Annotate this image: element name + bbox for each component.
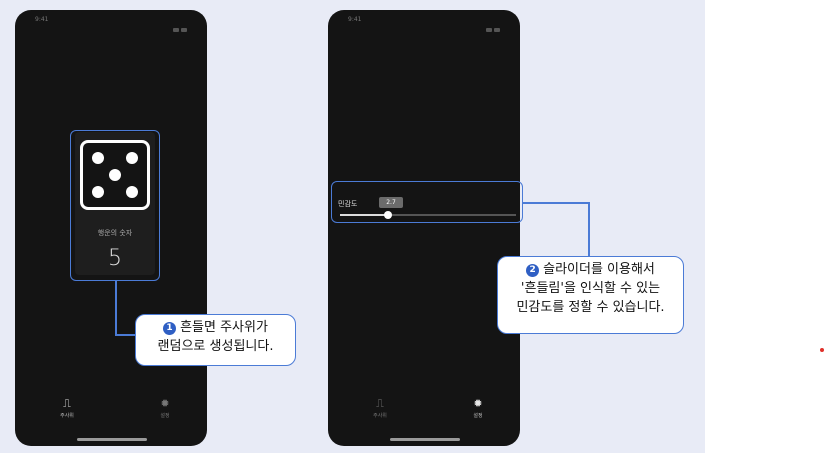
gear-icon: ✹	[160, 397, 170, 410]
status-time: 9:41	[35, 16, 49, 23]
phone-settings-screen: 9:41 민감도 2.7 ⎍ 주사위 ✹ 설정	[328, 10, 520, 446]
slider-highlight-box	[331, 181, 523, 223]
connector-line-1	[115, 281, 117, 335]
tab-bar: ⎍ 주사위 ✹ 설정	[328, 398, 520, 428]
status-time: 9:41	[348, 16, 362, 23]
dice-shake-icon: ⎍	[63, 397, 71, 410]
connector-line-2	[523, 202, 589, 204]
status-bar: 9:41	[328, 16, 520, 32]
home-indicator	[390, 438, 460, 441]
callout-1-line1: 흔들면 주사위가	[180, 320, 268, 335]
red-dot-marker	[820, 348, 824, 352]
callout-2-line3: 민감도를 정할 수 있습니다.	[516, 300, 665, 315]
callout-2-number: 2	[526, 264, 540, 277]
connector-line-1b	[115, 334, 135, 336]
home-indicator	[77, 438, 147, 441]
tab-settings[interactable]: ✹ 설정	[458, 397, 498, 420]
gear-icon: ✹	[473, 397, 483, 410]
tab-dice-label: 주사위	[60, 413, 74, 419]
tab-dice[interactable]: ⎍ 주사위	[360, 397, 400, 420]
callout-2: 2 슬라이더를 이용해서 '흔들림'을 인식할 수 있는 민감도를 정할 수 있습…	[497, 256, 684, 334]
callout-1-number: 1	[163, 322, 177, 335]
tab-dice-label: 주사위	[373, 413, 387, 419]
callout-2-line1: 슬라이더를 이용해서	[543, 262, 655, 277]
dice-shake-icon: ⎍	[376, 397, 384, 410]
battery-icon	[484, 17, 502, 32]
callout-1: 1 흔들면 주사위가 랜덤으로 생성됩니다.	[135, 314, 296, 366]
status-bar: 9:41	[15, 16, 207, 32]
connector-line-2b	[588, 202, 590, 257]
tab-settings[interactable]: ✹ 설정	[145, 397, 185, 420]
tab-dice[interactable]: ⎍ 주사위	[47, 397, 87, 420]
callout-2-line2: '흔들림'을 인식할 수 있는	[520, 281, 661, 296]
callout-1-line2: 랜덤으로 생성됩니다.	[157, 339, 274, 354]
tab-bar: ⎍ 주사위 ✹ 설정	[15, 398, 207, 428]
battery-icon	[171, 17, 189, 32]
tab-settings-label: 설정	[160, 413, 170, 419]
tab-settings-label: 설정	[473, 413, 483, 419]
dice-highlight-box	[70, 130, 160, 281]
